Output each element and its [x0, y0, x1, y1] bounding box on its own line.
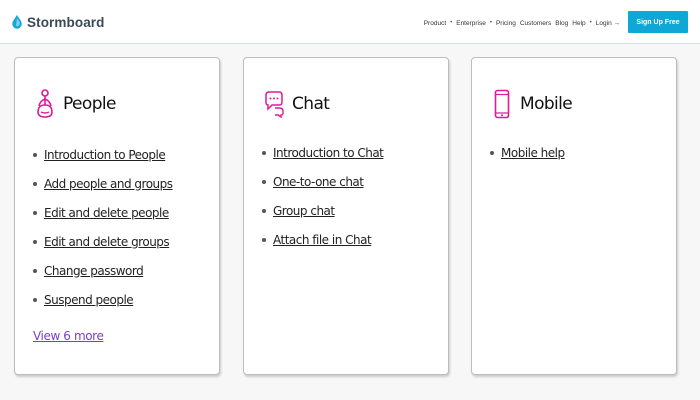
bullet — [262, 179, 266, 184]
list-item: Introduction to People — [33, 140, 173, 169]
bullet — [262, 150, 266, 155]
mobile-links: Mobile help — [490, 138, 565, 167]
people-card-title: People — [63, 94, 116, 114]
list-item: Edit and delete people — [33, 198, 173, 227]
people-links: Introduction to People Add people and gr… — [33, 140, 173, 314]
list-item: Introduction to Chat — [262, 138, 384, 167]
sign-up-button[interactable]: Sign Up Free — [628, 11, 688, 33]
nav-separator: • — [489, 20, 492, 26]
view-more-link[interactable]: View 6 more — [33, 329, 104, 343]
link-introduction-to-people[interactable]: Introduction to People — [44, 148, 166, 162]
link-edit-and-delete-groups[interactable]: Edit and delete groups — [44, 235, 170, 249]
stormboard-logo-icon — [12, 15, 22, 29]
top-nav: Product • Enterprise • Pricing Customers… — [424, 17, 620, 29]
bullet — [490, 150, 494, 155]
list-item: Suspend people — [33, 285, 173, 314]
link-add-people-and-groups[interactable]: Add people and groups — [44, 177, 173, 191]
mobile-card-title: Mobile — [520, 94, 573, 114]
link-introduction-to-chat[interactable]: Introduction to Chat — [273, 146, 384, 160]
chat-links: Introduction to Chat One-to-one chat Gro… — [262, 138, 384, 254]
top-header: Stormboard Product • Enterprise • Pricin… — [0, 0, 700, 44]
link-suspend-people[interactable]: Suspend people — [44, 293, 134, 307]
nav-customers[interactable]: Customers — [520, 20, 551, 27]
stormboard-logo[interactable]: Stormboard — [10, 13, 105, 31]
link-attach-file-in-chat[interactable]: Attach file in Chat — [273, 233, 372, 247]
bullet — [33, 181, 37, 186]
list-item: Attach file in Chat — [262, 225, 383, 254]
list-item: One-to-one chat — [262, 167, 383, 196]
list-item: Add people and groups — [33, 169, 173, 198]
bullet — [33, 152, 37, 157]
nav-enterprise[interactable]: Enterprise — [456, 20, 486, 27]
chat-card-title: Chat — [292, 94, 330, 114]
list-item: Group chat — [262, 196, 383, 225]
nav-blog[interactable]: Blog — [555, 20, 568, 27]
list-item: Edit and delete groups — [33, 227, 173, 256]
bullet — [262, 208, 266, 213]
person-meditating-icon — [33, 88, 57, 120]
nav-separator: • — [450, 20, 453, 26]
mobile-phone-icon — [490, 88, 514, 120]
nav-login[interactable]: Login → — [596, 20, 620, 27]
chat-bubbles-icon — [262, 88, 286, 120]
list-item: Mobile help — [490, 138, 565, 167]
bullet — [33, 268, 37, 273]
people-card: People Introduction to People Add people… — [14, 57, 220, 375]
nav-pricing[interactable]: Pricing — [496, 20, 516, 27]
bullet — [33, 239, 37, 244]
link-mobile-help[interactable]: Mobile help — [501, 146, 565, 160]
link-one-to-one-chat[interactable]: One-to-one chat — [273, 175, 364, 189]
mobile-card: Mobile Mobile help — [471, 57, 677, 375]
logo-text: Stormboard — [27, 14, 105, 30]
link-change-password[interactable]: Change password — [44, 264, 144, 278]
mobile-card-header: Mobile — [490, 88, 573, 120]
chat-card-header: Chat — [262, 88, 330, 120]
chat-card: Chat Introduction to Chat One-to-one cha… — [243, 57, 449, 375]
bullet — [33, 297, 37, 302]
link-edit-and-delete-people[interactable]: Edit and delete people — [44, 206, 169, 220]
bullet — [262, 237, 266, 242]
nav-separator: • — [589, 20, 592, 26]
nav-product[interactable]: Product — [424, 20, 446, 27]
nav-help[interactable]: Help — [572, 20, 585, 27]
bullet — [33, 210, 37, 215]
people-card-header: People — [33, 88, 116, 120]
link-group-chat[interactable]: Group chat — [273, 204, 335, 218]
list-item: Change password — [33, 256, 173, 285]
